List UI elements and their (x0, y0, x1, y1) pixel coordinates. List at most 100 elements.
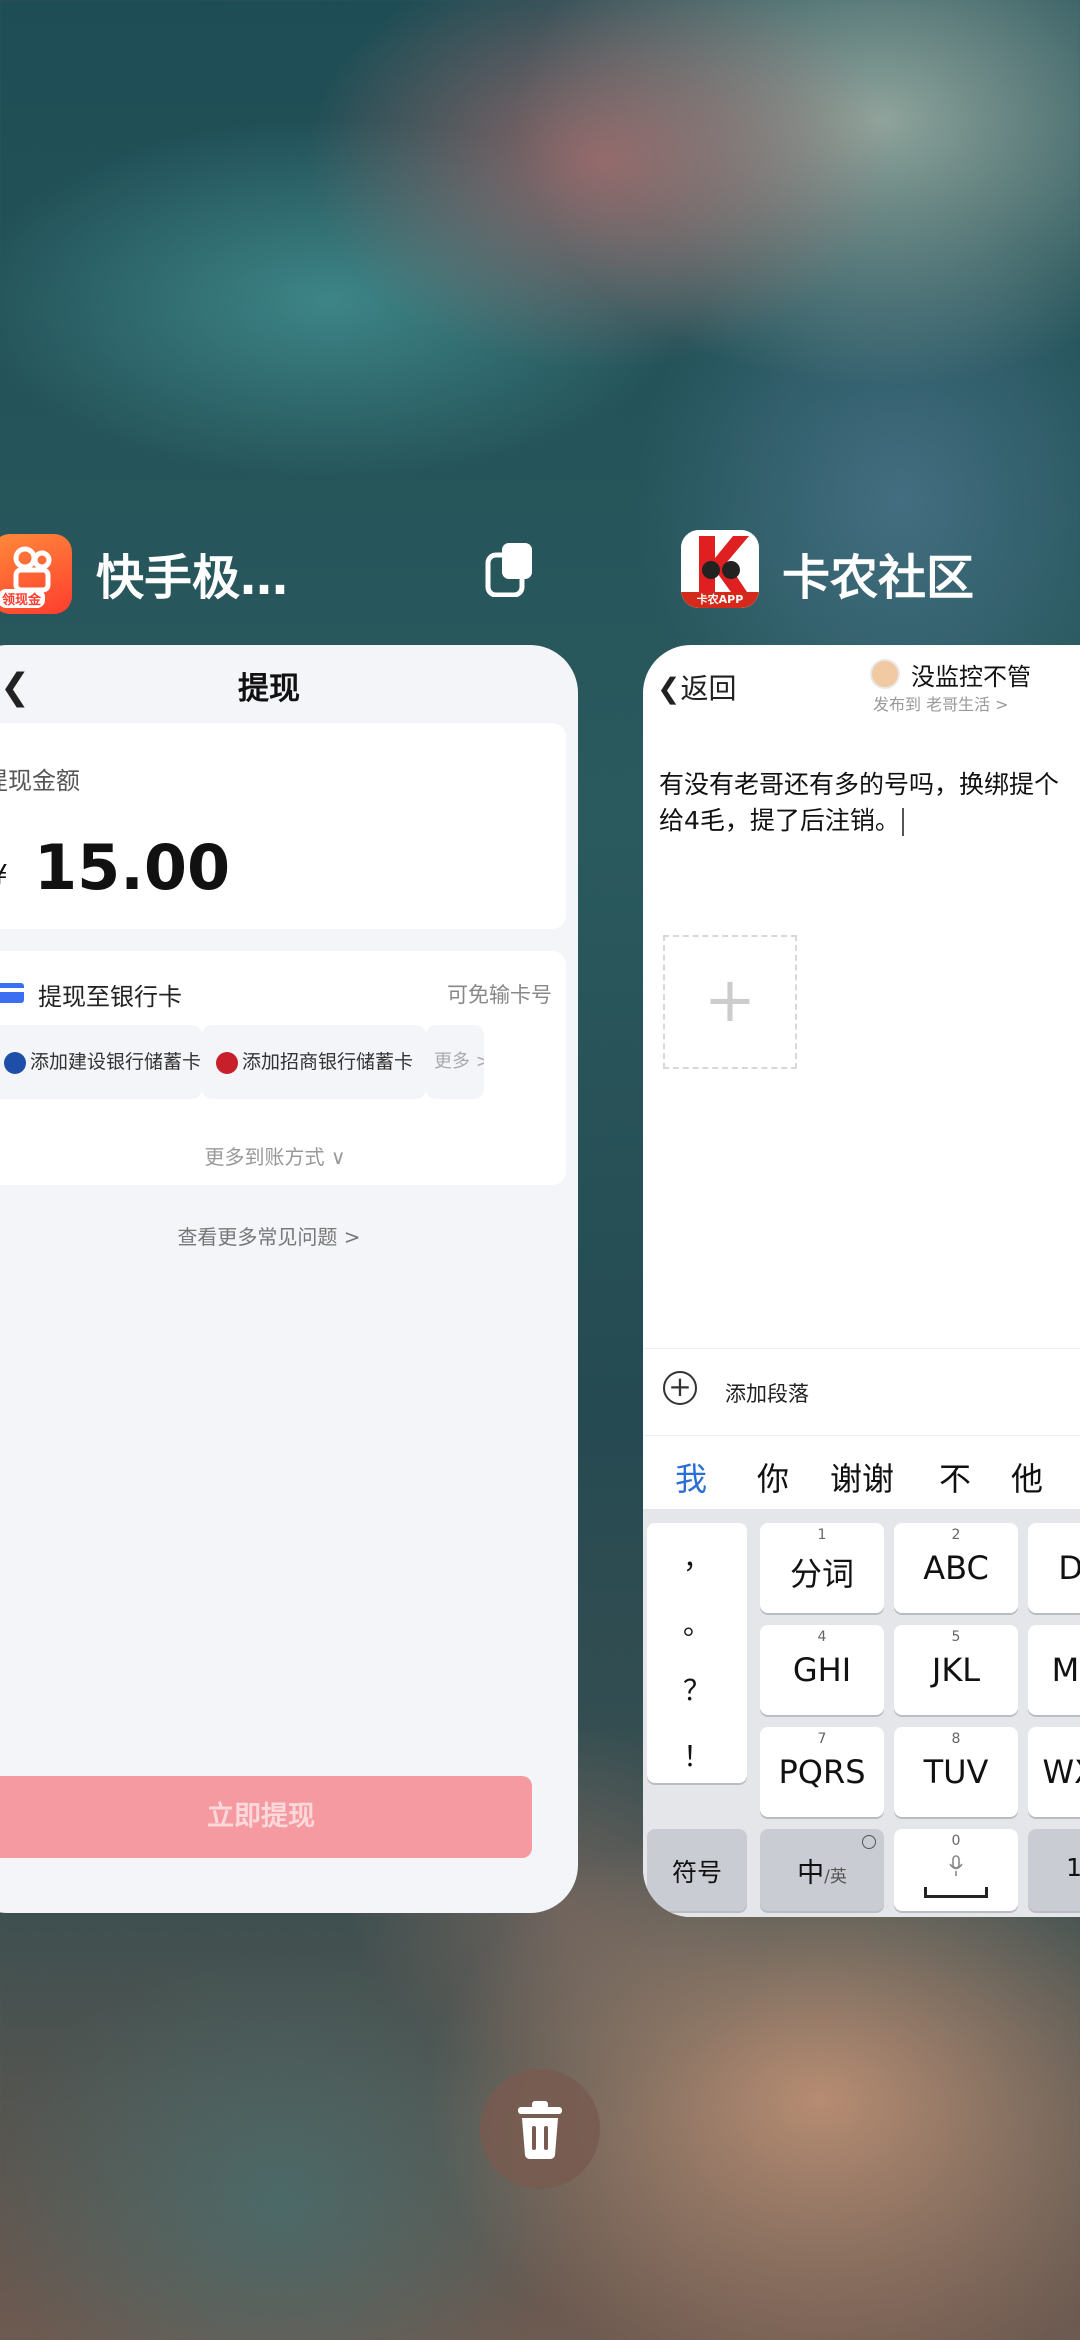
key-label: GHI (792, 1651, 852, 1689)
key-num: 1 (817, 1527, 827, 1543)
bank-section-title: 提现至银行卡 (38, 983, 182, 1011)
key-8[interactable]: 8 TUV (894, 1727, 1018, 1817)
numbers-key[interactable]: 123 (1028, 1829, 1080, 1911)
withdraw-button[interactable]: 立即提现 (0, 1776, 532, 1858)
keyboard: ， 。 ？ ！ 1 分词 2 ABC 3 DEF 4 GHI 5 JKL 6 (643, 1509, 1080, 1917)
plus-icon: + (704, 963, 756, 1036)
key-label: 123 (1066, 1853, 1080, 1882)
key-label: MNO (1051, 1651, 1080, 1689)
post-text-line-2-text: 给4毛，提了后注销。 (659, 806, 900, 835)
key-label: 符号 (671, 1858, 722, 1887)
candidate-word[interactable]: 不 (939, 1454, 971, 1500)
key-label: TUV (923, 1753, 989, 1791)
cmb-logo-icon (216, 1051, 238, 1074)
key-1[interactable]: 1 分词 (760, 1523, 884, 1613)
more-banks-label: 更多 > (434, 1051, 484, 1072)
key-6[interactable]: 6 MNO (1028, 1625, 1080, 1715)
punct-exclaim[interactable]: ！ (647, 1735, 747, 1775)
currency-symbol: ¥ (0, 858, 8, 891)
key-label: WXYZ (1042, 1753, 1080, 1791)
amount-label: 提现金额 (0, 767, 80, 795)
post-text-field[interactable]: 有没有老哥还有多的号吗，换绑提个 给4毛，提了后注销。 (659, 767, 1080, 839)
avatar (870, 659, 900, 689)
microphone-icon (949, 1855, 963, 1876)
key-7[interactable]: 7 PQRS (760, 1727, 884, 1817)
post-text-line-2: 给4毛，提了后注销。 (659, 803, 1080, 839)
username: 没监控不管 (911, 663, 1031, 691)
punct-period[interactable]: 。 (647, 1603, 747, 1643)
back-button[interactable]: ❮返回 (657, 667, 736, 707)
kuaishou-task-card[interactable]: ❮ 提现 提现金额 ¥ 15.00 提现至银行卡 可免输卡号 添加建设银行储蓄卡… (0, 645, 578, 1913)
key-num: 3 (1028, 1527, 1080, 1543)
key-num: 6 (1028, 1629, 1080, 1645)
space-bar-icon (924, 1887, 988, 1898)
page-title: 提现 (238, 671, 300, 707)
candidate-word[interactable]: 我 (675, 1454, 707, 1500)
kanong-app-icon[interactable]: 卡农APP (681, 530, 759, 608)
add-paragraph-label[interactable]: 添加段落 (725, 1378, 809, 1408)
divider (643, 1348, 1080, 1349)
key-num: 7 (817, 1731, 827, 1747)
top-bar: ❮ 提现 (0, 645, 578, 725)
kuaishou-app-icon[interactable]: 领现金 (0, 534, 72, 614)
candidate-word[interactable]: 你 (757, 1454, 789, 1500)
more-methods-link[interactable]: 更多到账方式 ∨ (0, 1141, 566, 1170)
bank-panel: 提现至银行卡 可免输卡号 添加建设银行储蓄卡 添加招商银行储蓄卡 更多 > 更多… (0, 951, 566, 1185)
bank-section-hint: 可免输卡号 (447, 983, 552, 1007)
key-label: DEF (1058, 1549, 1080, 1587)
key-label: 分词 (789, 1555, 854, 1593)
kuaishou-app-name: 快手极… (96, 550, 289, 606)
key-label: 中/英 (760, 1851, 884, 1890)
lang-sub: /英 (824, 1867, 847, 1887)
text-cursor (901, 808, 904, 836)
kanong-icon-badge: 卡农APP (696, 593, 744, 606)
key-num: 0 (951, 1833, 961, 1849)
bank-card-icon (0, 983, 24, 1003)
globe-icon (862, 1835, 876, 1849)
candidate-word[interactable]: 他 (1011, 1454, 1043, 1500)
post-text-line-1: 有没有老哥还有多的号吗，换绑提个 (659, 770, 1060, 799)
key-4[interactable]: 4 GHI (760, 1625, 884, 1715)
lang-switch-key[interactable]: 中/英 (760, 1829, 884, 1911)
add-cmb-card-label: 添加招商银行储蓄卡 (242, 1051, 414, 1073)
symbols-key[interactable]: 符号 (647, 1829, 747, 1911)
lang-main: 中 (797, 1858, 825, 1889)
add-ccb-card-label: 添加建设银行储蓄卡 (30, 1051, 202, 1073)
back-arrow-icon: ❮ (657, 672, 681, 705)
more-banks-button[interactable]: 更多 > (426, 1025, 484, 1099)
kanong-app-name: 卡农社区 (782, 550, 975, 606)
trash-icon (518, 2101, 562, 2159)
add-cmb-card-button[interactable]: 添加招商银行储蓄卡 (202, 1025, 426, 1099)
clear-all-button[interactable] (480, 2069, 600, 2189)
key-5[interactable]: 5 JKL (894, 1625, 1018, 1715)
key-num: 8 (951, 1731, 961, 1747)
add-paragraph-icon[interactable]: + (663, 1371, 697, 1405)
punct-comma[interactable]: ， (647, 1537, 747, 1577)
key-num: 4 (817, 1629, 827, 1645)
publish-target[interactable]: 发布到 老哥生活 > (873, 691, 1009, 715)
key-num: 5 (951, 1629, 961, 1645)
key-num: 9 (1028, 1731, 1080, 1747)
faq-link[interactable]: 查看更多常见问题 > (0, 1221, 578, 1250)
key-label: JKL (931, 1651, 981, 1689)
key-2[interactable]: 2 ABC (894, 1523, 1018, 1613)
candidate-bar: 我 你 谢谢 不 他 (643, 1435, 1080, 1516)
key-label: PQRS (778, 1753, 866, 1791)
back-label: 返回 (680, 672, 737, 705)
space-key[interactable]: 0 (894, 1829, 1018, 1911)
punctuation-column[interactable]: ， 。 ？ ！ (647, 1523, 747, 1783)
key-label: ABC (923, 1549, 989, 1587)
amount-panel: 提现金额 ¥ 15.00 (0, 723, 566, 929)
key-3[interactable]: 3 DEF (1028, 1523, 1080, 1613)
kanong-task-card[interactable]: ❮返回 没监控不管 发布到 老哥生活 > 有没有老哥还有多的号吗，换绑提个 给4… (643, 645, 1080, 1917)
ccb-logo-icon (4, 1051, 26, 1074)
amount-value: 15.00 (34, 831, 231, 904)
multiwindow-icon[interactable] (485, 541, 535, 597)
kuaishou-icon-badge: 领现金 (0, 589, 46, 608)
key-num: 2 (951, 1527, 961, 1543)
key-9[interactable]: 9 WXYZ (1028, 1727, 1080, 1817)
candidate-word[interactable]: 谢谢 (830, 1454, 894, 1500)
punct-question[interactable]: ？ (647, 1669, 747, 1709)
add-ccb-card-button[interactable]: 添加建设银行储蓄卡 (0, 1025, 202, 1099)
add-image-button[interactable]: + (663, 935, 797, 1069)
